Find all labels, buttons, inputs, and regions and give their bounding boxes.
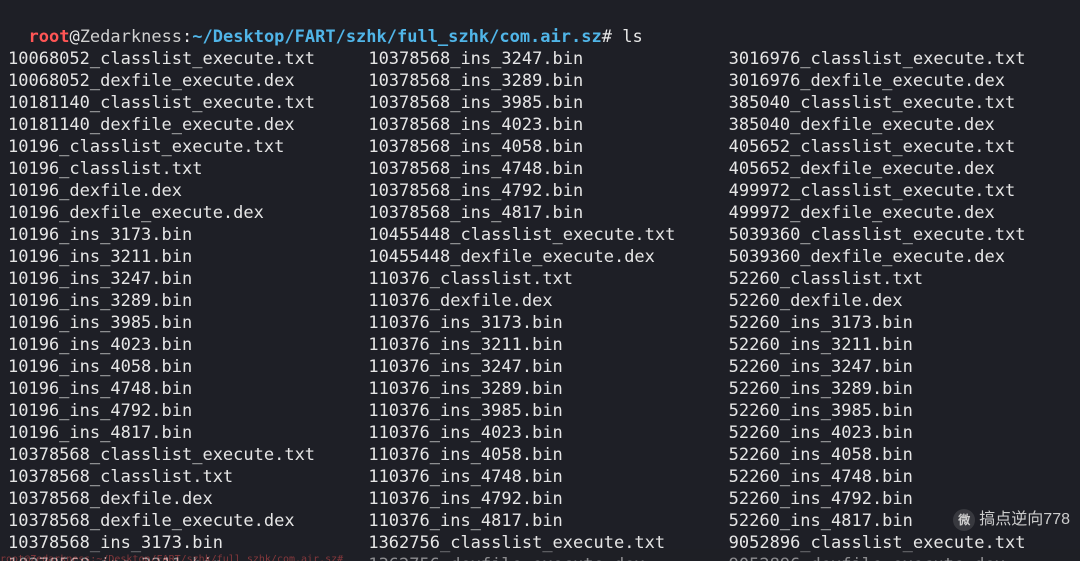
file-entry: 499972_classlist_execute.txt (729, 180, 1072, 202)
file-entry: 10196_dexfile_execute.dex (8, 202, 350, 224)
file-entry: 405652_classlist_execute.txt (729, 136, 1072, 158)
file-entry: 3016976_dexfile_execute.dex (729, 70, 1072, 92)
file-entry: 5039360_classlist_execute.txt (729, 224, 1072, 246)
file-entry: 10196_ins_3173.bin (8, 224, 350, 246)
file-entry: 10068052_classlist_execute.txt (8, 48, 350, 70)
prompt-line: root@Zedarkness:~/Desktop/FART/szhk/full… (8, 4, 1072, 48)
file-entry: 10378568_ins_3985.bin (368, 92, 710, 114)
file-entry: 10181140_dexfile_execute.dex (8, 114, 350, 136)
file-entry: 110376_ins_4748.bin (368, 466, 710, 488)
file-entry: 110376_classlist.txt (368, 268, 710, 290)
file-entry: 10378568_ins_4792.bin (368, 180, 710, 202)
file-entry: 10378568_classlist_execute.txt (8, 444, 350, 466)
ls-column-2: 3016976_classlist_execute.txt3016976_dex… (729, 48, 1072, 561)
file-entry: 10196_ins_3247.bin (8, 268, 350, 290)
file-entry: 10378568_dexfile.dex (8, 488, 350, 510)
file-entry: 3016976_classlist_execute.txt (729, 48, 1072, 70)
file-entry: 10455448_classlist_execute.txt (368, 224, 710, 246)
file-entry: 385040_dexfile_execute.dex (729, 114, 1072, 136)
file-entry: 52260_classlist.txt (729, 268, 1072, 290)
file-entry: 52260_ins_3247.bin (729, 356, 1072, 378)
prompt-hash: # (602, 27, 612, 47)
file-entry: 10196_ins_3289.bin (8, 290, 350, 312)
file-entry: 5039360_dexfile_execute.dex (729, 246, 1072, 268)
prompt-path: ~/Desktop/FART/szhk/full_szhk/com.air.sz (192, 27, 601, 47)
file-entry: 10378568_dexfile_execute.dex (8, 510, 350, 532)
file-entry: 110376_ins_4792.bin (368, 488, 710, 510)
wechat-icon: 微 (953, 509, 975, 531)
ls-output: 10068052_classlist_execute.txt10068052_d… (8, 48, 1072, 561)
file-entry: 52260_ins_4748.bin (729, 466, 1072, 488)
watermark: 微 搞点逆向778 (953, 509, 1070, 531)
file-entry: 10378568_ins_4748.bin (368, 158, 710, 180)
prompt-sep: : (182, 27, 192, 47)
file-entry: 110376_ins_3985.bin (368, 400, 710, 422)
file-entry: 10378568_ins_4817.bin (368, 202, 710, 224)
file-entry: 10196_classlist_execute.txt (8, 136, 350, 158)
file-entry: 499972_dexfile_execute.dex (729, 202, 1072, 224)
ls-column-0: 10068052_classlist_execute.txt10068052_d… (8, 48, 350, 561)
file-entry: 10455448_dexfile_execute.dex (368, 246, 710, 268)
file-entry: 52260_ins_3211.bin (729, 334, 1072, 356)
file-entry: 10378568_ins_3247.bin (368, 48, 710, 70)
file-entry: 10196_dexfile.dex (8, 180, 350, 202)
file-entry: 10196_ins_3211.bin (8, 246, 350, 268)
ls-column-1: 10378568_ins_3247.bin10378568_ins_3289.b… (368, 48, 710, 561)
file-entry: 10378568_ins_4023.bin (368, 114, 710, 136)
file-entry: 52260_ins_4023.bin (729, 422, 1072, 444)
file-entry: 10196_ins_4023.bin (8, 334, 350, 356)
file-entry: 110376_ins_3173.bin (368, 312, 710, 334)
prompt-user: root (28, 27, 69, 47)
file-entry: 10068052_dexfile_execute.dex (8, 70, 350, 92)
file-entry: 405652_dexfile_execute.dex (729, 158, 1072, 180)
prompt-at: @ (69, 27, 79, 47)
file-entry: 10196_ins_4748.bin (8, 378, 350, 400)
file-entry: 110376_dexfile.dex (368, 290, 710, 312)
prompt-line-cropped: root@Zedarkness:~/Desktop/FART/szhk/full… (0, 549, 1080, 561)
file-entry: 110376_ins_3211.bin (368, 334, 710, 356)
file-entry: 10378568_ins_4058.bin (368, 136, 710, 158)
file-entry: 110376_ins_4817.bin (368, 510, 710, 532)
file-entry: 385040_classlist_execute.txt (729, 92, 1072, 114)
prompt-host: Zedarkness (80, 27, 182, 47)
file-entry: 52260_ins_3985.bin (729, 400, 1072, 422)
file-entry: 10196_ins_4792.bin (8, 400, 350, 422)
file-entry: 52260_ins_4058.bin (729, 444, 1072, 466)
watermark-text: 搞点逆向778 (979, 509, 1070, 531)
file-entry: 110376_ins_4058.bin (368, 444, 710, 466)
file-entry: 10378568_classlist.txt (8, 466, 350, 488)
file-entry: 110376_ins_3247.bin (368, 356, 710, 378)
file-entry: 110376_ins_4023.bin (368, 422, 710, 444)
file-entry: 10196_ins_4817.bin (8, 422, 350, 444)
file-entry: 52260_ins_4792.bin (729, 488, 1072, 510)
file-entry: 52260_ins_3173.bin (729, 312, 1072, 334)
file-entry: 10196_ins_4058.bin (8, 356, 350, 378)
command-text[interactable]: ls (622, 27, 642, 47)
file-entry: 110376_ins_3289.bin (368, 378, 710, 400)
file-entry: 52260_dexfile.dex (729, 290, 1072, 312)
file-entry: 10378568_ins_3289.bin (368, 70, 710, 92)
file-entry: 52260_ins_3289.bin (729, 378, 1072, 400)
file-entry: 10196_classlist.txt (8, 158, 350, 180)
file-entry: 10196_ins_3985.bin (8, 312, 350, 334)
file-entry: 10181140_classlist_execute.txt (8, 92, 350, 114)
